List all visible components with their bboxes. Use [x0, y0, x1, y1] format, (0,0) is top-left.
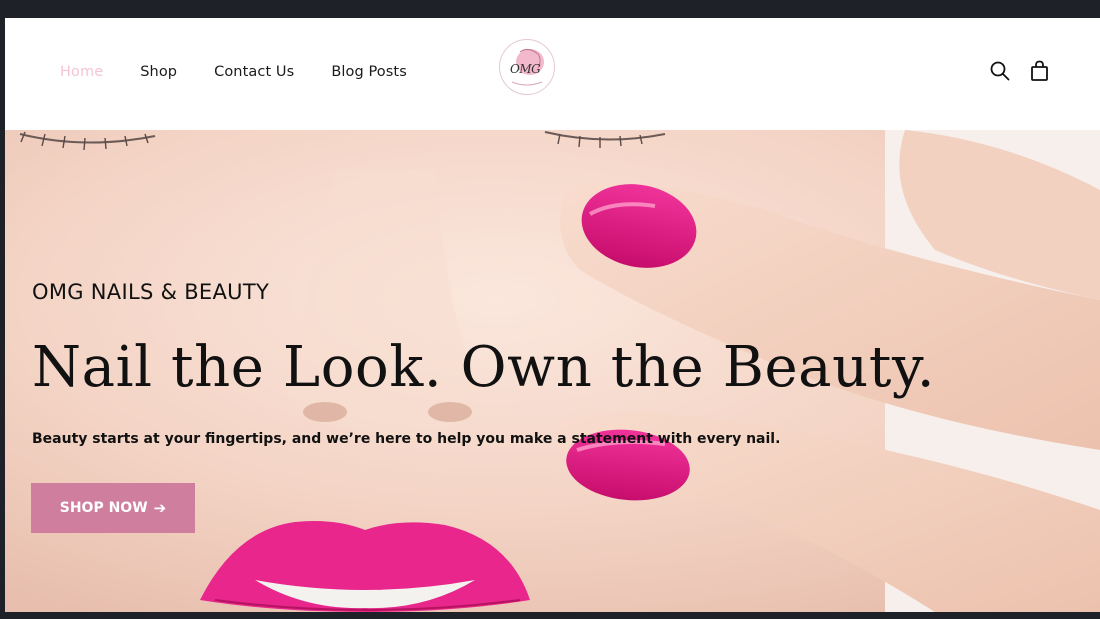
arrow-right-icon: ➔ [153, 499, 167, 517]
web-page: Home Shop Contact Us Blog Posts OMG OMG … [5, 18, 1100, 612]
nav-contact-us[interactable]: Contact Us [214, 64, 294, 80]
shop-now-label: SHOP NOW [59, 500, 148, 516]
nav-shop[interactable]: Shop [140, 64, 177, 80]
search-icon[interactable] [989, 60, 1011, 82]
hero-banner: OMG NAILS & BEAUTY Nail the Look. Own th… [5, 130, 1100, 612]
nav-blog-posts[interactable]: Blog Posts [331, 64, 407, 80]
shop-now-button[interactable]: SHOP NOW ➔ [31, 483, 195, 533]
logo-text: OMG [510, 62, 541, 76]
hero-eyebrow: OMG NAILS & BEAUTY [32, 280, 270, 304]
hero-subline: Beauty starts at your fingertips, and we… [32, 431, 781, 447]
nav-home[interactable]: Home [60, 64, 103, 80]
brand-logo[interactable]: OMG [499, 39, 555, 95]
window-bottom-edge [0, 612, 1100, 619]
hero-headline: Nail the Look. Own the Beauty. [32, 335, 936, 400]
main-nav: Home Shop Contact Us Blog Posts [60, 64, 444, 80]
shopping-bag-icon[interactable] [1029, 60, 1051, 82]
site-header: Home Shop Contact Us Blog Posts OMG [5, 18, 1100, 130]
browser-top-bar [0, 0, 1100, 18]
